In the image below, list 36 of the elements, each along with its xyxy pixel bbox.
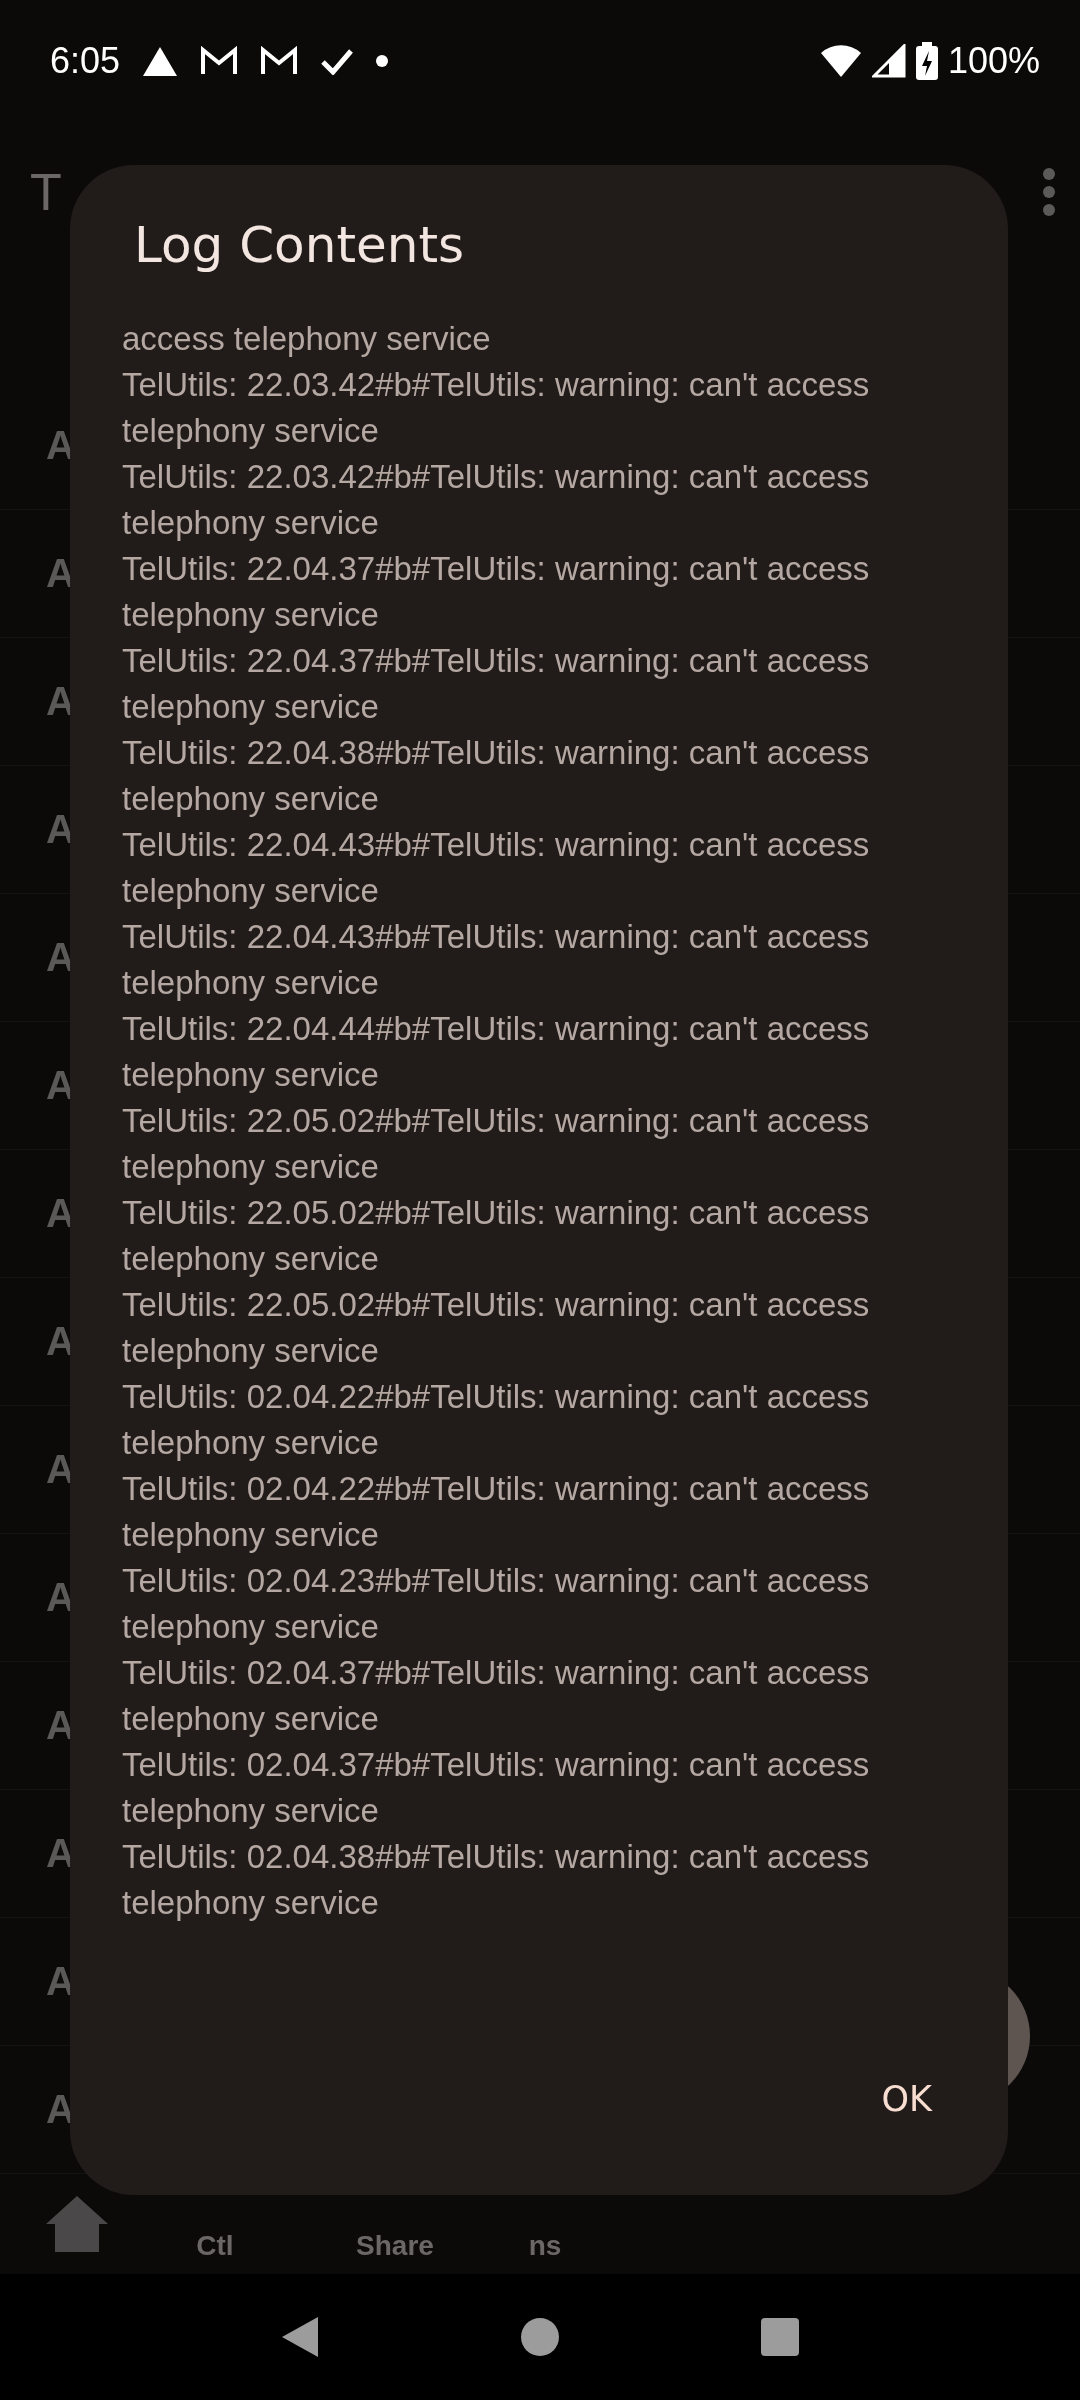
log-line: TelUtils: 02.04.37#b#TelUtils: warning: can't access telephony service xyxy=(122,1745,871,1831)
log-line: TelUtils: 22.04.43#b#TelUtils: warning: can't access telephony service xyxy=(122,917,871,1003)
log-line: TelUtils: 22.05.02#b#TelUtils: warning: can't access telephony service xyxy=(122,1193,871,1279)
log-line: TelUtils: 02.04.38#b#TelUtils: warning: can't access telephony service xyxy=(122,1837,871,1923)
log-line: TelUtils: 02.04.22#b#TelUtils: warning: can't access telephony service xyxy=(122,1469,871,1555)
mail-icon xyxy=(260,46,299,77)
ok-button[interactable]: OK xyxy=(861,2063,952,2135)
log-line: TelUtils: 02.04.22#b#TelUtils: warning: can't access telephony service xyxy=(122,1377,871,1463)
log-line: TelUtils: 22.04.37#b#TelUtils: warning: can't access telephony service xyxy=(122,549,871,635)
warning-triangle-icon xyxy=(142,45,179,78)
dot-icon xyxy=(376,55,389,68)
log-line: TelUtils: 22.04.43#b#TelUtils: warning: can't access telephony service xyxy=(122,825,871,911)
log-line: TelUtils: 22.05.02#b#TelUtils: warning: can't access telephony service xyxy=(122,1285,871,1371)
log-line: TelUtils: 02.04.37#b#TelUtils: warning: can't access telephony service xyxy=(122,1653,871,1739)
check-icon xyxy=(320,47,355,76)
log-line: TelUtils: 22.04.38#b#TelUtils: warning: can't access telephony service xyxy=(122,733,871,819)
log-line: TelUtils: 02.04.23#b#TelUtils: warning: can't access telephony service xyxy=(122,1561,871,1647)
log-line: TelUtils: 22.04.37#b#TelUtils: warning: can't access telephony service xyxy=(122,641,871,727)
log-line: TelUtils: 22.03.42#b#TelUtils: warning: can't access telephony service xyxy=(122,365,871,451)
mail-icon xyxy=(200,46,239,77)
dialog-title: Log Contents xyxy=(133,215,466,276)
home-icon xyxy=(44,2194,110,2255)
wifi-icon xyxy=(819,44,862,79)
log-line: TelUtils: 22.05.02#b#TelUtils: warning: can't access telephony service xyxy=(122,1101,871,1187)
back-icon xyxy=(280,2315,320,2360)
status-time: 6:05 xyxy=(50,40,121,83)
battery-charging-icon xyxy=(915,42,938,81)
log-line: TelUtils: 22.04.44#b#TelUtils: warning: can't access telephony service xyxy=(122,1009,871,1095)
log-line: access telephony service xyxy=(122,319,492,359)
app-title: T xyxy=(30,162,62,223)
more-options-icon xyxy=(1042,167,1056,218)
signal-icon xyxy=(871,44,906,79)
log-line: TelUtils: 22.03.42#b#TelUtils: warning: can't access telephony service xyxy=(122,457,871,543)
recents-icon xyxy=(760,2317,800,2358)
battery-percent: 100% xyxy=(947,40,1040,83)
home-circle-icon xyxy=(520,2317,560,2358)
